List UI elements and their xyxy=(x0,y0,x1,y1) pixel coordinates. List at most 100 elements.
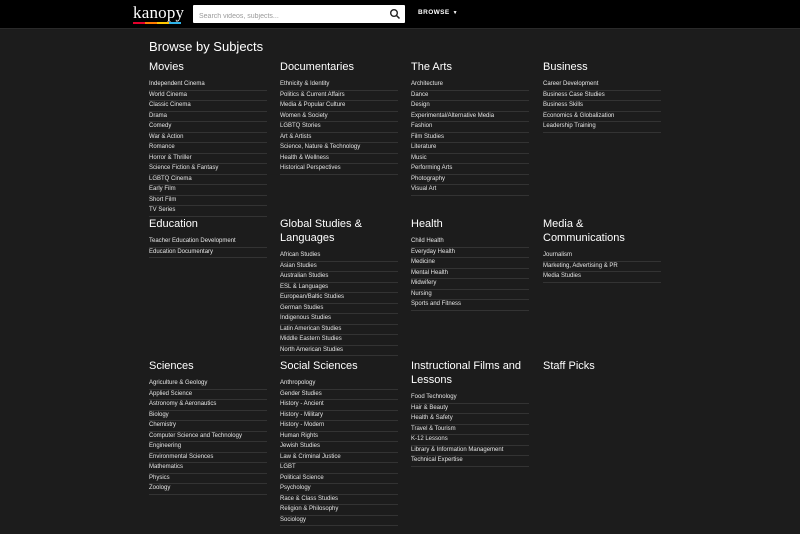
subject-link[interactable]: Physics xyxy=(149,474,267,484)
subject-link[interactable]: Dance xyxy=(411,91,529,101)
subject-link[interactable]: Photography xyxy=(411,175,529,185)
subject-link[interactable]: Music xyxy=(411,154,529,164)
subject-link[interactable]: Religion & Philosophy xyxy=(280,505,398,516)
subject-link[interactable]: Library & Information Management xyxy=(411,446,529,456)
subject-link[interactable]: Experimental/Alternative Media xyxy=(411,112,529,122)
subject-link[interactable]: Health & Safety xyxy=(411,414,529,425)
subject-link[interactable]: Education Documentary xyxy=(149,248,267,258)
subject-link[interactable]: History - Military xyxy=(280,411,398,421)
subject-link[interactable]: Jewish Studies xyxy=(280,442,398,453)
category-title[interactable]: Business xyxy=(543,60,661,74)
subject-link[interactable]: Law & Criminal Justice xyxy=(280,453,398,463)
subject-link[interactable]: History - Ancient xyxy=(280,400,398,411)
category-title[interactable]: Global Studies & Languages xyxy=(280,217,398,245)
subject-link[interactable]: Independent Cinema xyxy=(149,80,267,91)
subject-link[interactable]: Teacher Education Development xyxy=(149,237,267,248)
subject-link[interactable]: LGBT xyxy=(280,463,398,474)
subject-link[interactable]: Sports and Fitness xyxy=(411,300,529,311)
subject-link[interactable]: Classic Cinema xyxy=(149,101,267,112)
subject-link[interactable]: Zoology xyxy=(149,484,267,495)
subject-link[interactable]: Design xyxy=(411,101,529,112)
subject-link[interactable]: Food Technology xyxy=(411,393,529,404)
subject-link[interactable]: Career Development xyxy=(543,80,661,91)
subject-link[interactable]: Technical Expertise xyxy=(411,456,529,467)
subject-link[interactable]: Anthropology xyxy=(280,379,398,390)
subject-link[interactable]: Engineering xyxy=(149,442,267,453)
subject-link[interactable]: Gender Studies xyxy=(280,390,398,400)
subject-link[interactable]: Media & Popular Culture xyxy=(280,101,398,112)
category-title[interactable]: Staff Picks xyxy=(543,359,661,373)
subject-link[interactable]: Computer Science and Technology xyxy=(149,432,267,442)
subject-link[interactable]: Science Fiction & Fantasy xyxy=(149,164,267,175)
category-title[interactable]: Media & Communications xyxy=(543,217,661,245)
subject-link[interactable]: Everyday Health xyxy=(411,248,529,258)
kanopy-logo[interactable]: kanopy xyxy=(133,3,184,23)
subject-link[interactable]: LGBTQ Cinema xyxy=(149,175,267,185)
search-input[interactable] xyxy=(193,7,379,26)
subject-link[interactable]: Race & Class Studies xyxy=(280,495,398,505)
subject-link[interactable]: Political Science xyxy=(280,474,398,484)
subject-link[interactable]: Romance xyxy=(149,143,267,154)
subject-link[interactable]: Child Health xyxy=(411,237,529,248)
subject-link[interactable]: TV Series xyxy=(149,206,267,217)
subject-link[interactable]: Historical Perspectives xyxy=(280,164,398,175)
subject-link[interactable]: Nursing xyxy=(411,290,529,300)
subject-link[interactable]: Literature xyxy=(411,143,529,154)
subject-link[interactable]: Biology xyxy=(149,411,267,421)
category-title[interactable]: Documentaries xyxy=(280,60,398,74)
subject-link[interactable]: Health & Wellness xyxy=(280,154,398,164)
subject-link[interactable]: Indigenous Studies xyxy=(280,314,398,325)
subject-link[interactable]: Drama xyxy=(149,112,267,122)
subject-link[interactable]: Hair & Beauty xyxy=(411,404,529,414)
subject-link[interactable]: Agriculture & Geology xyxy=(149,379,267,390)
subject-link[interactable]: Journalism xyxy=(543,251,661,262)
category-title[interactable]: Movies xyxy=(149,60,267,74)
browse-menu-button[interactable]: BROWSE ▼ xyxy=(418,9,458,16)
subject-link[interactable]: LGBTQ Stories xyxy=(280,122,398,133)
subject-link[interactable]: Women & Society xyxy=(280,112,398,122)
subject-link[interactable]: African Studies xyxy=(280,251,398,262)
subject-link[interactable]: Chemistry xyxy=(149,421,267,432)
subject-link[interactable]: K-12 Lessons xyxy=(411,435,529,446)
subject-link[interactable]: Astronomy & Aeronautics xyxy=(149,400,267,411)
category-title[interactable]: Sciences xyxy=(149,359,267,373)
subject-link[interactable]: Art & Artists xyxy=(280,133,398,143)
subject-link[interactable]: Architecture xyxy=(411,80,529,91)
subject-link[interactable]: History - Modern xyxy=(280,421,398,432)
subject-link[interactable]: Visual Art xyxy=(411,185,529,196)
subject-link[interactable]: Science, Nature & Technology xyxy=(280,143,398,154)
subject-link[interactable]: Leadership Training xyxy=(543,122,661,133)
subject-link[interactable]: Travel & Tourism xyxy=(411,425,529,435)
subject-link[interactable]: European/Baltic Studies xyxy=(280,293,398,304)
subject-link[interactable]: Middle Eastern Studies xyxy=(280,335,398,346)
category-title[interactable]: The Arts xyxy=(411,60,529,74)
subject-link[interactable]: World Cinema xyxy=(149,91,267,101)
subject-link[interactable]: Asian Studies xyxy=(280,262,398,272)
subject-link[interactable]: Mathematics xyxy=(149,463,267,474)
category-title[interactable]: Social Sciences xyxy=(280,359,398,373)
subject-link[interactable]: Sociology xyxy=(280,516,398,526)
subject-link[interactable]: Medicine xyxy=(411,258,529,269)
subject-link[interactable]: War & Action xyxy=(149,133,267,143)
subject-link[interactable]: Horror & Thriller xyxy=(149,154,267,164)
subject-link[interactable]: Human Rights xyxy=(280,432,398,442)
subject-link[interactable]: Business Skills xyxy=(543,101,661,112)
subject-link[interactable]: Film Studies xyxy=(411,133,529,143)
subject-link[interactable]: Early Film xyxy=(149,185,267,196)
subject-link[interactable]: Midwifery xyxy=(411,279,529,290)
subject-link[interactable]: Latin American Studies xyxy=(280,325,398,335)
subject-link[interactable]: Psychology xyxy=(280,484,398,495)
subject-link[interactable]: Environmental Sciences xyxy=(149,453,267,463)
category-title[interactable]: Health xyxy=(411,217,529,231)
subject-link[interactable]: Business Case Studies xyxy=(543,91,661,101)
subject-link[interactable]: Mental Health xyxy=(411,269,529,279)
subject-link[interactable]: Economics & Globalization xyxy=(543,112,661,122)
category-title[interactable]: Instructional Films and Lessons xyxy=(411,359,529,387)
subject-link[interactable]: Applied Science xyxy=(149,390,267,400)
subject-link[interactable]: Marketing, Advertising & PR xyxy=(543,262,661,272)
subject-link[interactable]: Short Film xyxy=(149,196,267,206)
subject-link[interactable]: German Studies xyxy=(280,304,398,314)
search-icon[interactable] xyxy=(389,8,401,20)
subject-link[interactable]: Performing Arts xyxy=(411,164,529,175)
subject-link[interactable]: North American Studies xyxy=(280,346,398,356)
